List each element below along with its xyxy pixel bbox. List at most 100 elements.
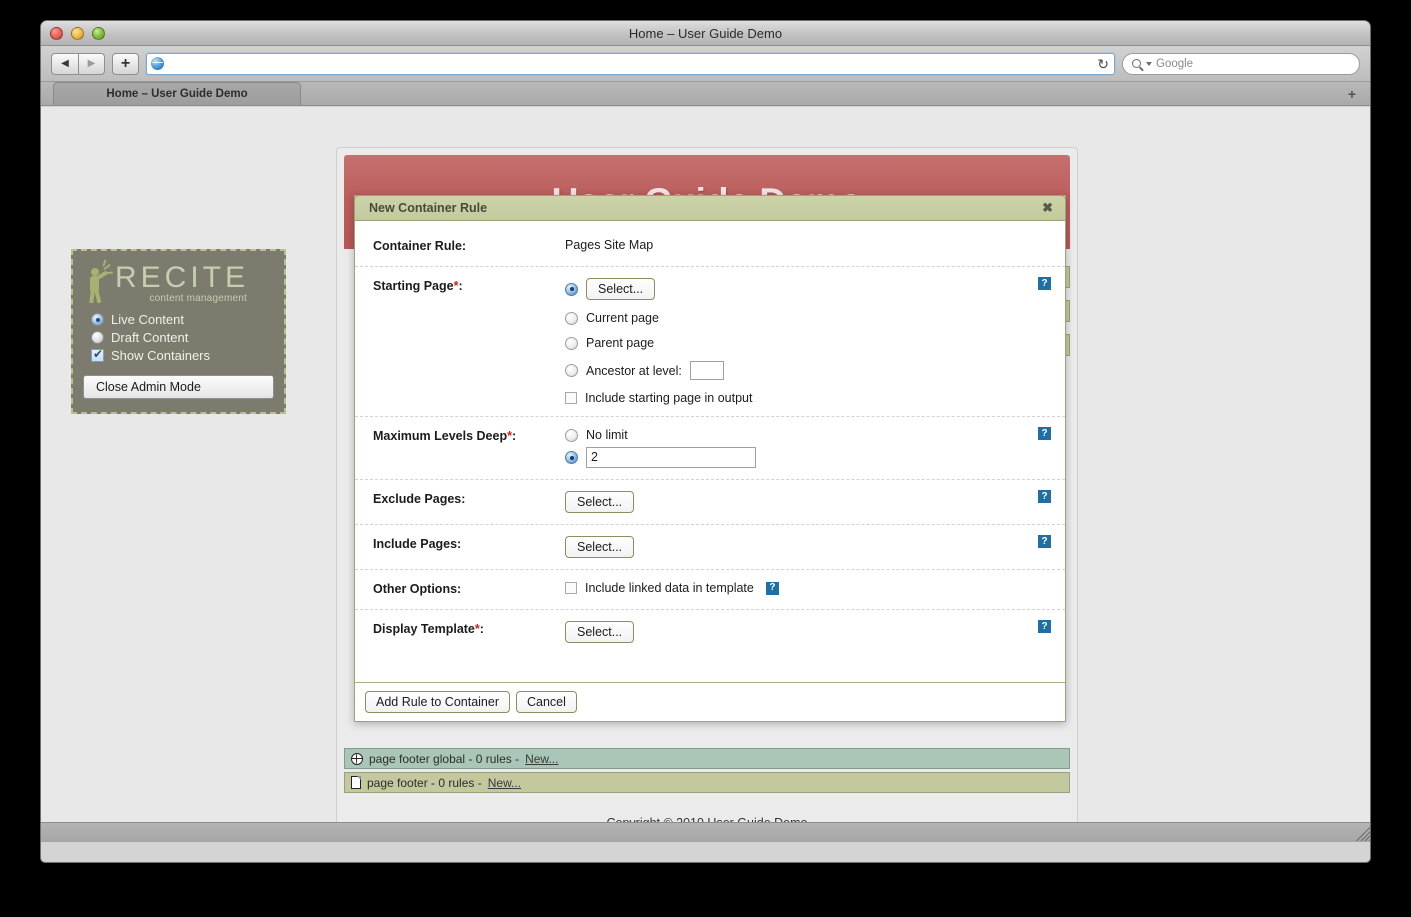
- field-label: Display Template*:: [373, 622, 484, 636]
- add-rule-to-container-button[interactable]: Add Rule to Container: [365, 691, 510, 713]
- container-bar-page-footer[interactable]: page footer - 0 rules - New...: [344, 772, 1070, 793]
- recite-wordmark: RECITE: [115, 261, 250, 294]
- browser-statusbar: [41, 822, 1370, 842]
- search-input[interactable]: Google: [1156, 58, 1193, 70]
- radio-icon[interactable]: [91, 313, 104, 326]
- recite-person-icon: [87, 258, 114, 303]
- cancel-button[interactable]: Cancel: [516, 691, 577, 713]
- radio-icon[interactable]: [565, 311, 578, 325]
- checkbox-icon[interactable]: [91, 347, 104, 362]
- field-label: Starting Page*:: [373, 279, 463, 293]
- chevron-down-icon[interactable]: [1146, 61, 1152, 66]
- option-label: Current page: [586, 311, 659, 325]
- option-label: Parent page: [586, 336, 655, 350]
- forward-button[interactable]: ▶: [78, 52, 105, 75]
- new-container-rule-dialog: New Container Rule ✖ Container Rule: Pag…: [354, 195, 1066, 722]
- field-row-include-pages: Include Pages: Select... ?: [355, 525, 1065, 570]
- window-title: Home – User Guide Demo: [628, 26, 783, 41]
- option-label: No limit: [586, 428, 628, 442]
- option-include-linked-data[interactable]: Include linked data in template ?: [565, 581, 1047, 595]
- admin-option-live-content[interactable]: Live Content: [91, 312, 274, 327]
- footer-container-bars: page footer global - 0 rules - New... pa…: [344, 748, 1070, 796]
- document-icon: [351, 775, 362, 789]
- resize-grip[interactable]: [1354, 825, 1370, 841]
- new-rule-link[interactable]: New...: [525, 752, 558, 766]
- dialog-title: New Container Rule: [369, 201, 488, 215]
- help-icon[interactable]: ?: [1038, 490, 1051, 503]
- close-window-button[interactable]: [50, 27, 63, 40]
- option-parent-page[interactable]: Parent page: [565, 336, 1047, 350]
- field-row-starting-page: Starting Page*: Select... Current page P…: [355, 267, 1065, 417]
- radio-icon[interactable]: [565, 364, 578, 377]
- field-row-container-rule: Container Rule: Pages Site Map: [355, 227, 1065, 267]
- new-rule-link[interactable]: New...: [488, 776, 521, 790]
- help-icon[interactable]: ?: [765, 581, 779, 595]
- option-label: Include linked data in template: [585, 581, 754, 595]
- field-row-maximum-levels-deep: Maximum Levels Deep*: No limit 2 ?: [355, 417, 1065, 480]
- admin-option-draft-content[interactable]: Draft Content: [91, 330, 274, 345]
- select-exclude-pages-button[interactable]: Select...: [565, 491, 635, 513]
- option-current-page[interactable]: Current page: [565, 311, 1047, 325]
- field-label-text: Maximum Levels Deep: [373, 429, 508, 443]
- recite-admin-panel: RECITE content management Live Content D…: [71, 249, 286, 414]
- radio-icon[interactable]: [565, 428, 578, 442]
- option-label: Ancestor at level:: [586, 363, 682, 378]
- option-select-page[interactable]: Select...: [565, 278, 1047, 300]
- radio-icon[interactable]: [565, 336, 578, 350]
- option-label: Include starting page in output: [585, 391, 753, 405]
- other-options-value: Include linked data in template ?: [565, 581, 1047, 598]
- add-bookmark-button[interactable]: +: [112, 52, 139, 75]
- search-bar[interactable]: Google: [1122, 52, 1360, 75]
- navigation-buttons: ◀ ▶: [51, 52, 105, 75]
- field-row-other-options: Other Options: Include linked data in te…: [355, 570, 1065, 610]
- help-icon[interactable]: ?: [1038, 277, 1051, 290]
- recite-logo: RECITE content management: [87, 258, 274, 304]
- select-include-pages-button[interactable]: Select...: [565, 536, 635, 558]
- exclude-pages-value: Select...: [565, 491, 1047, 513]
- select-display-template-button[interactable]: Select...: [565, 621, 635, 643]
- starting-page-options: Select... Current page Parent page Ances…: [565, 278, 1047, 405]
- browser-toolbar: ◀ ▶ + ↻ Google: [41, 46, 1370, 82]
- option-ancestor-at-level[interactable]: Ancestor at level:: [565, 361, 1047, 380]
- minimize-window-button[interactable]: [71, 27, 84, 40]
- option-include-starting-page[interactable]: Include starting page in output: [565, 391, 1047, 405]
- tab-home-user-guide-demo[interactable]: Home – User Guide Demo: [53, 82, 301, 105]
- field-label-text: Starting Page: [373, 279, 454, 293]
- admin-option-label: Live Content: [111, 312, 184, 327]
- zoom-window-button[interactable]: [92, 27, 105, 40]
- radio-icon[interactable]: [91, 331, 104, 344]
- levels-deep-input[interactable]: 2: [586, 447, 756, 468]
- option-levels-number[interactable]: 2: [565, 447, 1047, 468]
- option-no-limit[interactable]: No limit: [565, 428, 1047, 442]
- checkbox-icon[interactable]: [565, 392, 577, 404]
- reload-icon[interactable]: ↻: [1097, 56, 1109, 73]
- checkbox-icon[interactable]: [565, 582, 577, 594]
- browser-window: Home – User Guide Demo ◀ ▶ + ↻ Google Ho…: [40, 20, 1371, 863]
- address-bar[interactable]: ↻: [146, 52, 1115, 75]
- radio-icon[interactable]: [565, 282, 578, 296]
- field-row-display-template: Display Template*: Select... ?: [355, 610, 1065, 654]
- container-bar-text: page footer - 0 rules -: [367, 775, 482, 790]
- maximum-levels-options: No limit 2: [565, 428, 1047, 468]
- help-icon[interactable]: ?: [1038, 620, 1051, 633]
- back-button[interactable]: ◀: [51, 52, 78, 75]
- close-admin-mode-button[interactable]: Close Admin Mode: [83, 375, 274, 399]
- include-pages-value: Select...: [565, 536, 1047, 558]
- dialog-actions: Add Rule to Container Cancel: [355, 682, 1065, 721]
- field-label: Exclude Pages:: [373, 492, 466, 506]
- new-tab-button[interactable]: +: [1348, 87, 1356, 101]
- field-label: Include Pages:: [373, 537, 462, 551]
- radio-icon[interactable]: [565, 451, 578, 464]
- globe-icon: [151, 57, 164, 70]
- page-viewport: RECITE content management Live Content D…: [41, 107, 1370, 842]
- help-icon[interactable]: ?: [1038, 535, 1051, 548]
- required-asterisk: *: [453, 279, 459, 293]
- dialog-body: Container Rule: Pages Site Map Starting …: [355, 221, 1065, 654]
- container-bar-page-footer-global[interactable]: page footer global - 0 rules - New...: [344, 748, 1070, 769]
- select-starting-page-button[interactable]: Select...: [586, 278, 656, 300]
- ancestor-level-input[interactable]: [689, 361, 724, 380]
- close-icon[interactable]: ✖: [1042, 200, 1053, 216]
- field-label: Container Rule:: [373, 239, 467, 253]
- admin-option-show-containers[interactable]: Show Containers: [91, 347, 274, 363]
- help-icon[interactable]: ?: [1038, 427, 1051, 440]
